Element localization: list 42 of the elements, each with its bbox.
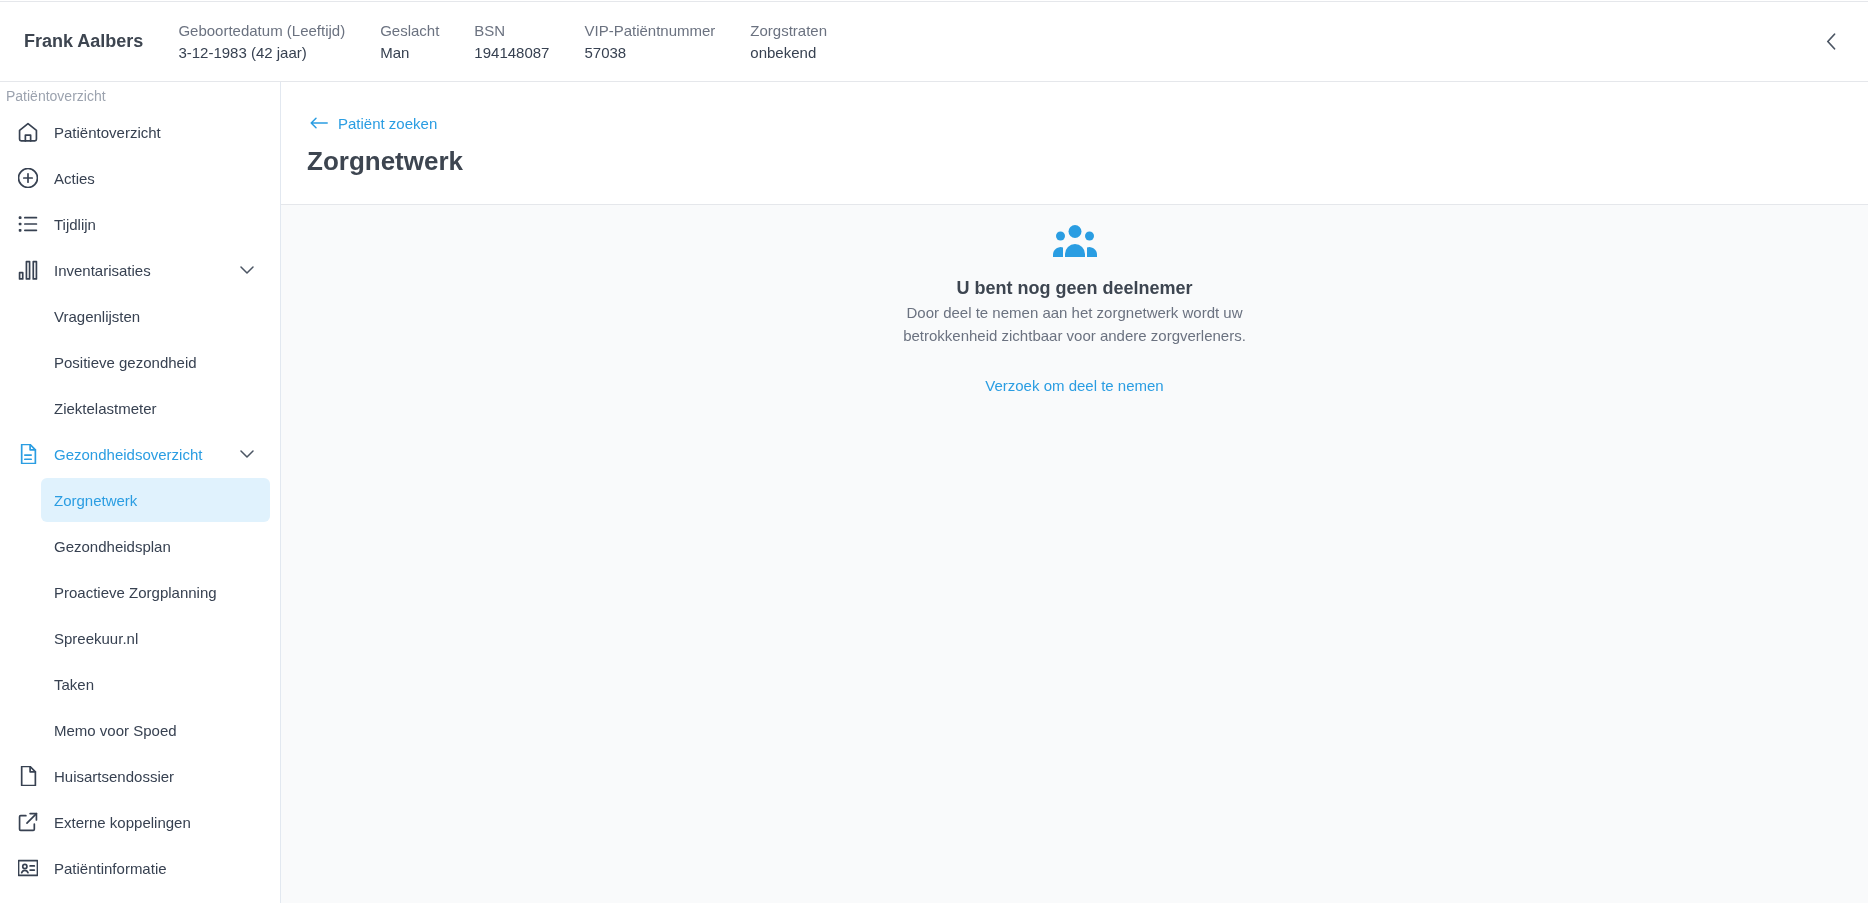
file-icon (18, 766, 38, 786)
document-icon (18, 444, 38, 464)
page-title: Zorgnetwerk (307, 145, 464, 177)
field-value: 57038 (584, 42, 628, 63)
sidebar-subitem[interactable]: Vragenlijsten (41, 294, 270, 338)
empty-state-description: Door deel te nemen aan het zorgnetwerk wordt uw betrokkenheid zichtbaar voor andere zorgverleners. (902, 303, 1247, 346)
sidebar-item[interactable]: Acties (0, 156, 270, 200)
sidebar-subitem[interactable]: Memo voor Spoed (41, 708, 270, 752)
empty-state-title: U bent nog geen deelnemer (956, 277, 1193, 299)
sidebar-item[interactable]: Tijdlijn (0, 202, 270, 246)
sidebar-subitem[interactable]: Spreekuur.nl (41, 616, 270, 660)
field-label: VIP-Patiëntnummer (584, 20, 716, 41)
sidebar-item[interactable]: Huisartsendossier (0, 754, 270, 798)
chevron-down-icon[interactable] (240, 266, 254, 274)
field-label: Geboortedatum (Leeftijd) (178, 20, 346, 41)
sidebar-item[interactable]: Patiëntinformatie (0, 846, 270, 890)
field-value: Man (380, 42, 411, 63)
sidebar-subitem[interactable]: Proactieve Zorgplanning (41, 570, 270, 614)
sidebar-item[interactable]: Inventarisaties (0, 248, 270, 292)
home-icon (18, 122, 38, 142)
bar-chart-icon (18, 260, 38, 280)
field-label: Zorgstraten (750, 20, 828, 41)
chevron-down-icon[interactable] (240, 450, 254, 458)
field-value: 3-12-1983 (42 jaar) (178, 42, 308, 63)
sidebar-subitem[interactable]: Taken (41, 662, 270, 706)
field-value: 194148087 (474, 42, 550, 63)
field-label: BSN (474, 20, 507, 41)
id-card-icon (18, 858, 38, 878)
field-label: Geslacht (380, 20, 440, 41)
field-value: onbekend (750, 42, 818, 63)
external-link-icon (18, 812, 38, 832)
chevron-left-icon[interactable] (1826, 33, 1836, 50)
sidebar-section-label: Patiëntoverzicht (5, 87, 106, 106)
sidebar-item[interactable]: Externe koppelingen (0, 800, 270, 844)
sidebar-item[interactable]: Patiëntoverzicht (0, 110, 270, 154)
arrow-left-icon (310, 117, 328, 129)
sidebar-subitem[interactable]: Ziektelastmeter (41, 386, 270, 430)
sidebar-subitem[interactable]: Positieve gezondheid (41, 340, 270, 384)
people-icon (1052, 225, 1097, 257)
sidebar-subitem[interactable]: Gezondheidsplan (41, 524, 270, 568)
patient-name: Frank Aalbers (24, 31, 144, 52)
list-icon (18, 214, 38, 234)
